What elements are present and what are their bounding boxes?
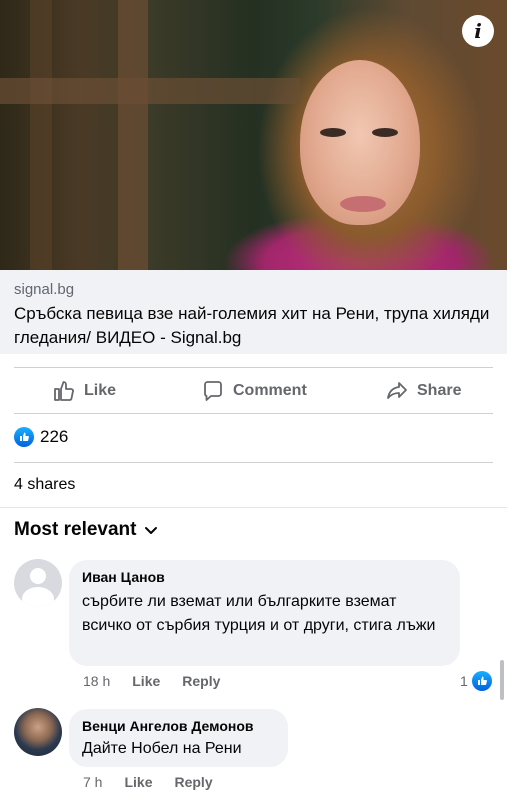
share-button[interactable]: Share xyxy=(385,368,461,414)
like-button-label: Like xyxy=(84,382,117,399)
comment-bubble: Венци Ангелов Демонов Дайте Нобел на Рен… xyxy=(69,709,288,767)
comment-button-label: Comment xyxy=(233,382,307,399)
default-avatar-head xyxy=(30,568,46,584)
thumbs-up-icon xyxy=(54,381,74,401)
like-button[interactable]: Like xyxy=(52,368,116,414)
reaction-summary[interactable]: 226 xyxy=(14,427,68,447)
chevron-down-icon xyxy=(145,527,158,534)
background-beam xyxy=(30,0,52,270)
divider xyxy=(14,413,493,414)
link-preview-image[interactable]: i xyxy=(0,0,507,270)
comment-time[interactable]: 18 h xyxy=(83,673,110,689)
link-preview-info[interactable]: signal.bg Сръбска певица взе най-големия… xyxy=(0,270,507,354)
comment-like-button[interactable]: Like xyxy=(124,774,152,790)
reaction-count: 226 xyxy=(40,427,69,446)
portrait-eye xyxy=(320,128,346,137)
avatar[interactable] xyxy=(14,559,62,607)
comment-like-button[interactable]: Like xyxy=(132,673,160,689)
comment-bubble: Иван Цанов сърбите ли вземат или българк… xyxy=(69,560,460,666)
background-beam xyxy=(0,78,300,104)
shares-count[interactable]: 4 shares xyxy=(14,476,75,494)
default-avatar-body xyxy=(22,587,54,607)
comment-text: сърбите ли вземат или българките вземат … xyxy=(82,593,436,634)
comment-meta: 18 h Like Reply xyxy=(83,673,220,689)
avatar[interactable] xyxy=(14,708,62,756)
link-domain: signal.bg xyxy=(14,281,75,298)
comment-text: Дайте Нобел на Рени xyxy=(82,740,242,757)
sort-label: Most relevant xyxy=(14,519,137,540)
divider xyxy=(0,507,507,508)
scrollbar[interactable] xyxy=(500,660,504,700)
comment-reply-button[interactable]: Reply xyxy=(182,673,220,689)
comment-sort-dropdown[interactable]: Most relevant xyxy=(14,519,158,541)
comment-author[interactable]: Венци Ангелов Демонов xyxy=(82,717,275,735)
comment-reaction-count: 1 xyxy=(460,673,468,689)
comment-author[interactable]: Иван Цанов xyxy=(82,568,447,586)
comment-time[interactable]: 7 h xyxy=(83,774,102,790)
info-icon[interactable]: i xyxy=(462,15,494,47)
link-title[interactable]: Сръбска певица взе най-големия хит на Ре… xyxy=(14,302,493,350)
like-reaction-icon xyxy=(14,427,34,447)
comment-reactions[interactable]: 1 xyxy=(460,671,492,691)
portrait-eye xyxy=(372,128,398,137)
comment-meta: 7 h Like Reply xyxy=(83,774,213,790)
like-reaction-icon xyxy=(471,671,492,691)
portrait-lips xyxy=(340,196,386,212)
comment-icon xyxy=(204,381,222,401)
divider xyxy=(14,462,493,463)
share-icon xyxy=(387,382,407,399)
post-action-bar: Like Comment Share xyxy=(0,368,507,414)
share-button-label: Share xyxy=(417,382,462,399)
comment-button[interactable]: Comment xyxy=(201,368,307,414)
background-beam xyxy=(118,0,148,270)
comment-reply-button[interactable]: Reply xyxy=(174,774,212,790)
